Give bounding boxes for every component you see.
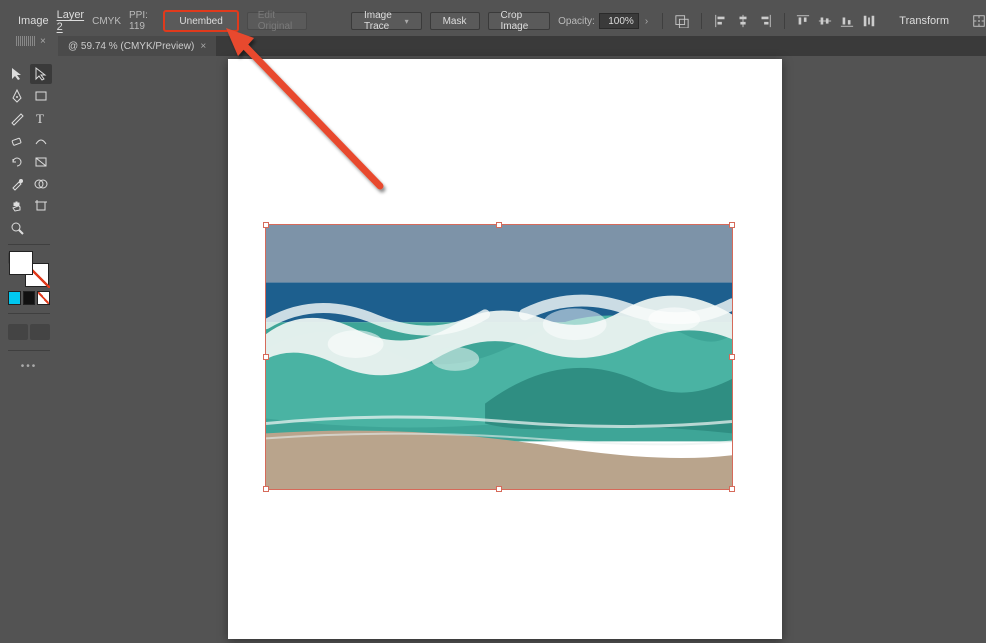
edit-original-button: Edit Original [247,12,307,30]
align-left-icon[interactable] [714,13,728,29]
ppi-label: PPI: 119 [129,10,155,32]
bbox-handle[interactable] [496,222,502,228]
artboard-tool[interactable] [30,196,52,216]
transform-label[interactable]: Transform [899,15,949,27]
document-tab-bar: @ 59.74 % (CMYK/Preview) × [58,36,986,56]
align-right-icon[interactable] [758,13,772,29]
color-mode-solid[interactable] [8,291,21,305]
unembed-button[interactable]: Unembed [163,10,238,32]
canvas-area[interactable] [58,56,986,643]
toolbox-separator [8,350,50,351]
panel-grip-icon[interactable] [16,36,36,46]
selection-type-label: Image [18,15,49,27]
toolbox-separator [8,244,50,245]
zoom-tool[interactable] [6,218,28,238]
shaper-tool[interactable] [30,130,52,150]
pen-tool[interactable] [6,86,28,106]
mask-button[interactable]: Mask [430,12,480,30]
eraser-tool[interactable] [6,130,28,150]
distribute-icon[interactable] [862,13,876,29]
document-tab[interactable]: @ 59.74 % (CMYK/Preview) × [58,36,216,56]
rectangle-tool[interactable] [30,86,52,106]
direct-selection-tool[interactable] [30,64,52,84]
fill-swatch[interactable] [9,251,33,275]
selection-tool[interactable] [6,64,28,84]
artboard[interactable] [228,59,782,639]
paintbrush-tool[interactable] [6,108,28,128]
bbox-handle[interactable] [729,486,735,492]
panel-close-icon[interactable]: × [40,36,46,47]
tab-close-icon[interactable]: × [200,41,206,52]
opacity-label: Opacity: [558,16,595,27]
object-menu-icon[interactable] [675,13,689,29]
separator [701,13,702,29]
align-center-h-icon[interactable] [736,13,750,29]
selected-image[interactable] [265,224,733,490]
isolate-icon[interactable] [972,13,986,29]
type-tool[interactable]: T [30,108,52,128]
opacity-chevron-icon[interactable]: › [643,16,650,27]
toolbox-separator [8,313,50,314]
bbox-handle[interactable] [263,354,269,360]
svg-text:T: T [36,111,44,126]
shape-builder-tool[interactable] [30,174,52,194]
bbox-handle[interactable] [496,486,502,492]
fill-stroke-swatch[interactable] [9,251,49,287]
rotate-tool[interactable] [6,152,28,172]
crop-image-button[interactable]: Crop Image [488,12,551,30]
align-center-v-icon[interactable] [818,13,832,29]
opacity-input[interactable] [599,13,639,29]
control-bar: Image Layer 2 CMYK PPI: 119 Unembed Edit… [0,10,986,32]
color-mode-none[interactable] [37,291,50,305]
draw-normal[interactable] [8,324,28,340]
hand-tool[interactable] [6,196,28,216]
align-top-icon[interactable] [796,13,810,29]
color-mode-row [6,289,52,307]
bbox-handle[interactable] [729,354,735,360]
opacity-control: Opacity: › [558,13,650,29]
align-bottom-icon[interactable] [840,13,854,29]
eyedropper-tool[interactable] [6,174,28,194]
color-mode-label: CMYK [92,16,121,27]
draw-mode-row [6,320,52,344]
bbox-handle[interactable] [263,222,269,228]
image-trace-dropdown[interactable]: Image Trace [351,12,422,30]
edit-toolbar-icon[interactable]: ••• [6,357,52,376]
draw-behind[interactable] [30,324,50,340]
layer-link[interactable]: Layer 2 [57,9,85,33]
document-tab-title: @ 59.74 % (CMYK/Preview) [68,41,194,52]
color-mode-gradient[interactable] [23,291,36,305]
gradient-tool[interactable] [30,152,52,172]
separator [662,13,663,29]
separator [784,13,785,29]
bbox-handle[interactable] [263,486,269,492]
bbox-handle[interactable] [729,222,735,228]
toolbox: T ? ••• [4,62,54,378]
